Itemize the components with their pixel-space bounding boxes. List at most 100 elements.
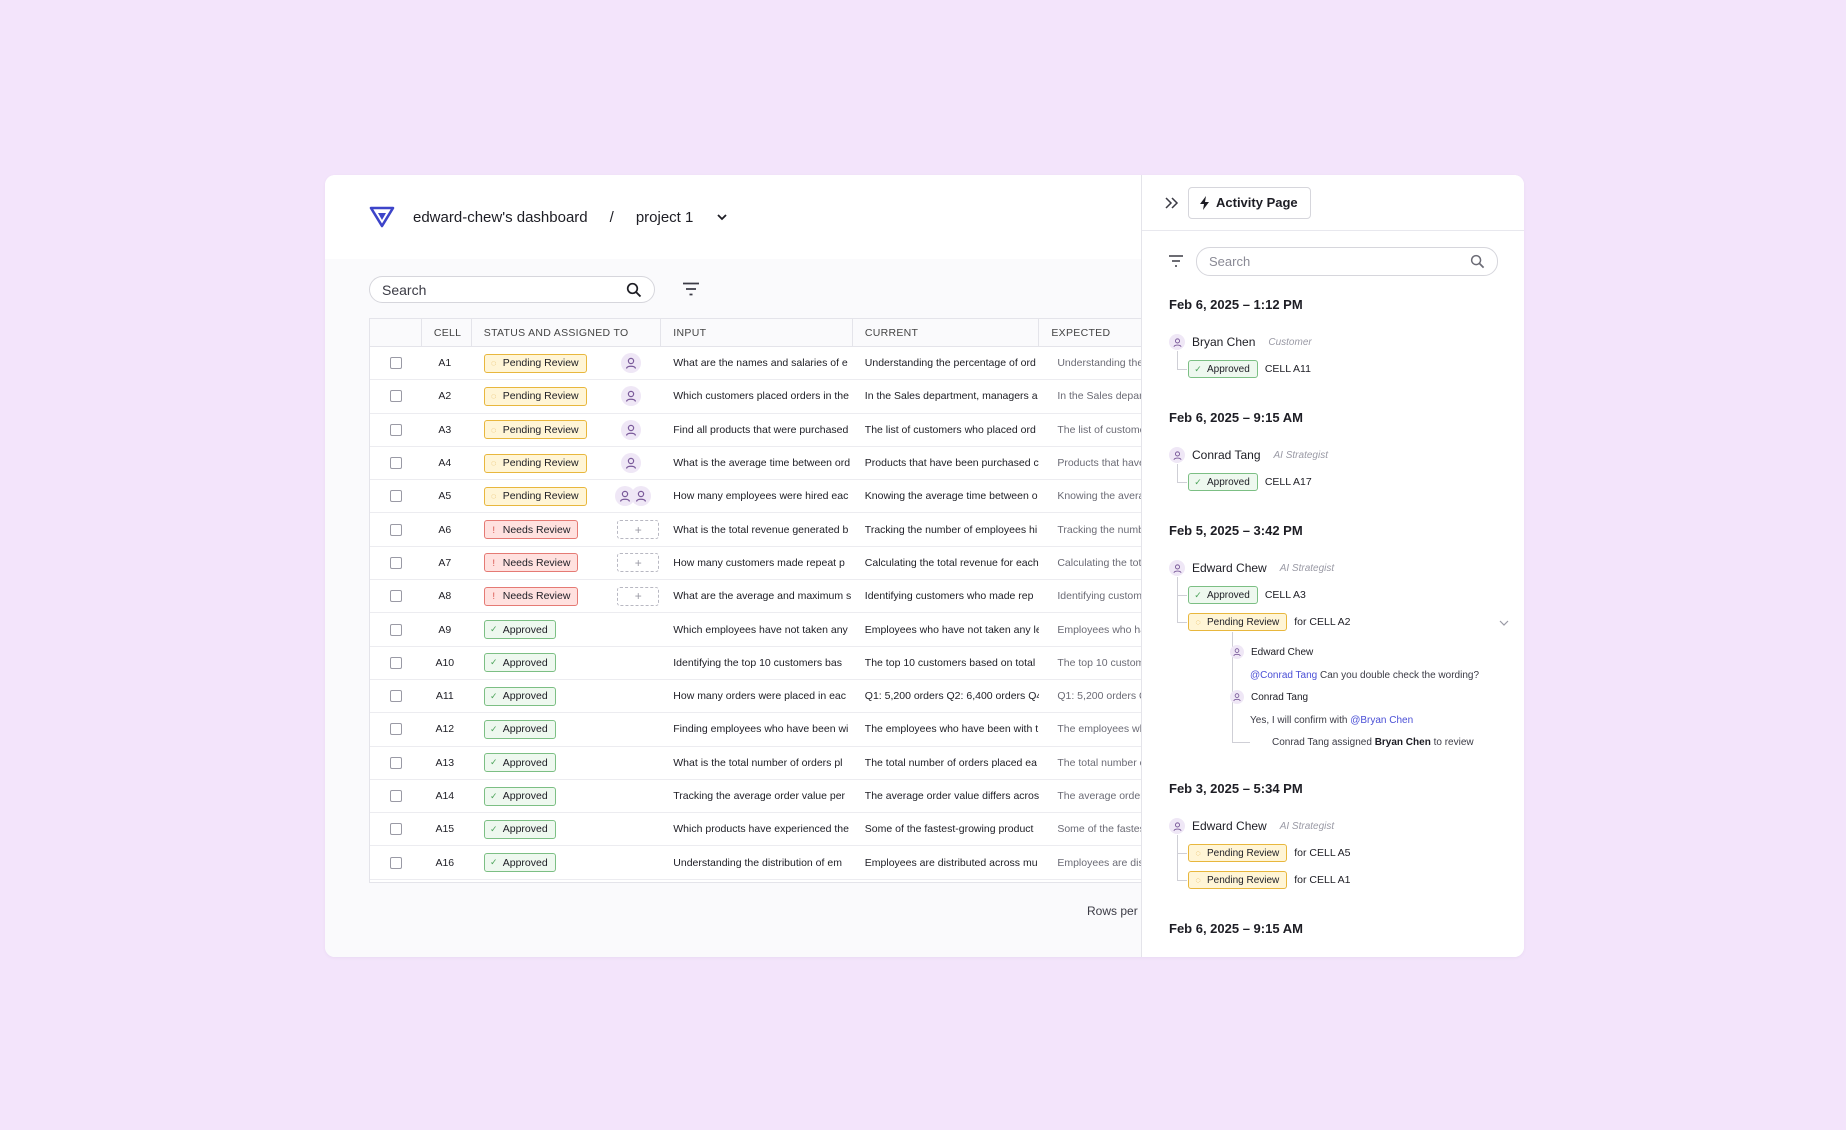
current-cell[interactable]: The top 10 customers based on total (853, 647, 1040, 679)
row-checkbox[interactable] (389, 357, 402, 370)
cell-id[interactable]: A1 (422, 347, 472, 379)
table-row[interactable]: A9 ✓ Approved Which employees have not take… (370, 613, 1141, 647)
status-badge[interactable]: ! Needs Review (483, 586, 579, 606)
activity-event[interactable]: ✓ Approved CELL A17 (1188, 473, 1312, 491)
row-checkbox[interactable] (389, 790, 402, 802)
comment-author[interactable]: Conrad Tang (1230, 690, 1308, 704)
input-cell[interactable]: Finding employees who have been wi (661, 713, 853, 745)
current-cell[interactable]: Identifying customers who made rep (853, 580, 1040, 612)
table-row[interactable]: A11 ✓ Approved How many orders were placed … (370, 680, 1141, 714)
input-cell[interactable]: Which customers placed orders in the (661, 380, 853, 412)
row-checkbox[interactable] (389, 423, 402, 436)
input-cell[interactable]: How many employees were hired eac (661, 480, 853, 512)
table-row[interactable]: A2 ◌ Pending Review Which customers placed … (370, 380, 1141, 414)
cell-id[interactable]: A14 (422, 780, 472, 812)
row-checkbox[interactable] (389, 856, 402, 869)
row-checkbox[interactable] (389, 457, 402, 470)
status-badge[interactable]: ✓ Approved (483, 719, 556, 739)
input-cell[interactable]: How many orders were placed in eac (661, 680, 853, 712)
chevron-down-icon[interactable] (1499, 619, 1509, 627)
current-cell[interactable]: Some of the fastest-growing product (853, 813, 1040, 845)
status-badge[interactable]: ✓ Approved (483, 786, 556, 806)
activity-event[interactable]: ◌ Pending Review for CELL A1 (1188, 871, 1351, 889)
assignee-avatar[interactable] (621, 419, 642, 440)
current-cell[interactable]: The average order value differs acros (853, 780, 1040, 812)
table-row[interactable]: A16 ✓ Approved Understanding the distributi… (370, 846, 1141, 880)
assignee-avatar[interactable] (621, 386, 642, 407)
mention-link[interactable]: @Bryan Chen (1350, 715, 1413, 726)
expected-cell[interactable]: The average order (1039, 780, 1141, 812)
expected-cell[interactable]: The list of custome (1039, 414, 1141, 446)
row-checkbox[interactable] (389, 656, 402, 669)
input-cell[interactable]: What are the names and salaries of e (661, 347, 853, 379)
current-cell[interactable]: Employees are distributed across mu (853, 846, 1040, 878)
cell-id[interactable]: A2 (422, 380, 472, 412)
row-checkbox[interactable] (389, 490, 402, 503)
add-assignee-button[interactable]: + (617, 553, 660, 573)
expected-cell[interactable]: Employees who ha (1039, 613, 1141, 645)
cell-id[interactable]: A7 (422, 547, 472, 579)
expected-cell[interactable]: In the Sales depart (1039, 380, 1141, 412)
status-badge[interactable]: ✓ Approved (483, 686, 556, 706)
cell-id[interactable]: A3 (422, 414, 472, 446)
table-row[interactable]: A12 ✓ Approved Finding employees who have b… (370, 713, 1141, 747)
expected-cell[interactable]: The employees wh (1039, 713, 1141, 745)
status-badge[interactable]: ✓ Approved (483, 653, 556, 673)
cell-id[interactable]: A4 (422, 447, 472, 479)
header-expected[interactable]: EXPECTED (1039, 319, 1141, 346)
row-checkbox[interactable] (389, 623, 402, 636)
mention-link[interactable]: @Conrad Tang (1250, 670, 1317, 681)
cell-id[interactable]: A6 (422, 513, 472, 545)
status-badge[interactable]: ✓ Approved (483, 753, 556, 773)
assignee-avatar[interactable] (621, 453, 642, 474)
input-cell[interactable]: Which employees have not taken any (661, 613, 853, 645)
assignee-avatars[interactable] (615, 486, 652, 507)
current-cell[interactable]: Q1: 5,200 orders Q2: 6,400 orders Q4 (853, 680, 1040, 712)
activity-event[interactable]: ✓ Approved CELL A11 (1188, 360, 1311, 378)
activity-event[interactable]: ◌ Pending Review for CELL A5 (1188, 844, 1351, 862)
table-row[interactable]: A10 ✓ Approved Identifying the top 10 custo… (370, 647, 1141, 680)
add-assignee-button[interactable]: + (617, 520, 660, 540)
filter-icon[interactable] (682, 282, 700, 296)
header-current[interactable]: CURRENT (853, 319, 1040, 346)
current-cell[interactable]: The employees who have been with t (853, 713, 1040, 745)
row-checkbox[interactable] (389, 523, 402, 536)
activity-user[interactable]: Edward Chew AI Strategist (1169, 818, 1334, 834)
header-input[interactable]: INPUT (661, 319, 853, 346)
row-checkbox[interactable] (389, 723, 402, 736)
input-cell[interactable]: How many customers made repeat p (661, 547, 853, 579)
cell-id[interactable]: A5 (422, 480, 472, 512)
cell-id[interactable]: A8 (422, 580, 472, 612)
activity-event[interactable]: ✓ Approved CELL A3 (1188, 586, 1306, 604)
current-cell[interactable]: Understanding the percentage of ord (853, 347, 1040, 379)
table-row[interactable]: A15 ✓ Approved Which products have experien… (370, 813, 1141, 847)
expected-cell[interactable]: Understanding the (1039, 347, 1141, 379)
activity-user[interactable]: Edward Chew AI Strategist (1169, 560, 1334, 576)
expected-cell[interactable]: The total number o (1039, 747, 1141, 779)
expected-cell[interactable]: Employees are dist (1039, 846, 1141, 878)
row-checkbox[interactable] (389, 556, 402, 569)
status-badge[interactable]: ◌ Pending Review (483, 386, 587, 406)
search-input[interactable]: Search (369, 276, 655, 303)
cell-id[interactable]: A11 (422, 680, 472, 712)
table-row[interactable]: A6! Needs Review + What is the total revenu… (370, 513, 1141, 547)
input-cell[interactable]: What are the average and maximum s (661, 580, 853, 612)
current-cell[interactable]: Employees who have not taken any le (853, 613, 1040, 645)
expected-cell[interactable]: Knowing the averag (1039, 480, 1141, 512)
input-cell[interactable]: What is the total number of orders pl (661, 747, 853, 779)
header-cell[interactable]: CELL (422, 319, 472, 346)
header-status[interactable]: STATUS AND ASSIGNED TO (472, 319, 662, 346)
activity-event[interactable]: ◌ Pending Review for CELL A2 (1188, 613, 1351, 631)
row-checkbox[interactable] (389, 390, 402, 403)
tab-activity-page[interactable]: Activity Page (1188, 186, 1311, 219)
current-cell[interactable]: Products that have been purchased c (853, 447, 1040, 479)
table-row[interactable]: A3 ◌ Pending Review Find all products that … (370, 414, 1141, 447)
status-badge[interactable]: ✓ Approved (483, 819, 556, 839)
input-cell[interactable]: What is the average time between ord (661, 447, 853, 479)
table-row[interactable]: A7! Needs Review + How many customers made … (370, 547, 1141, 581)
table-row[interactable]: A8! Needs Review + What are the average and… (370, 580, 1141, 614)
cell-id[interactable]: A12 (422, 713, 472, 745)
filter-icon[interactable] (1168, 255, 1184, 267)
table-row[interactable]: A5 ◌ Pending Review How many employees were… (370, 480, 1141, 514)
expected-cell[interactable]: The top 10 custom (1039, 647, 1141, 679)
